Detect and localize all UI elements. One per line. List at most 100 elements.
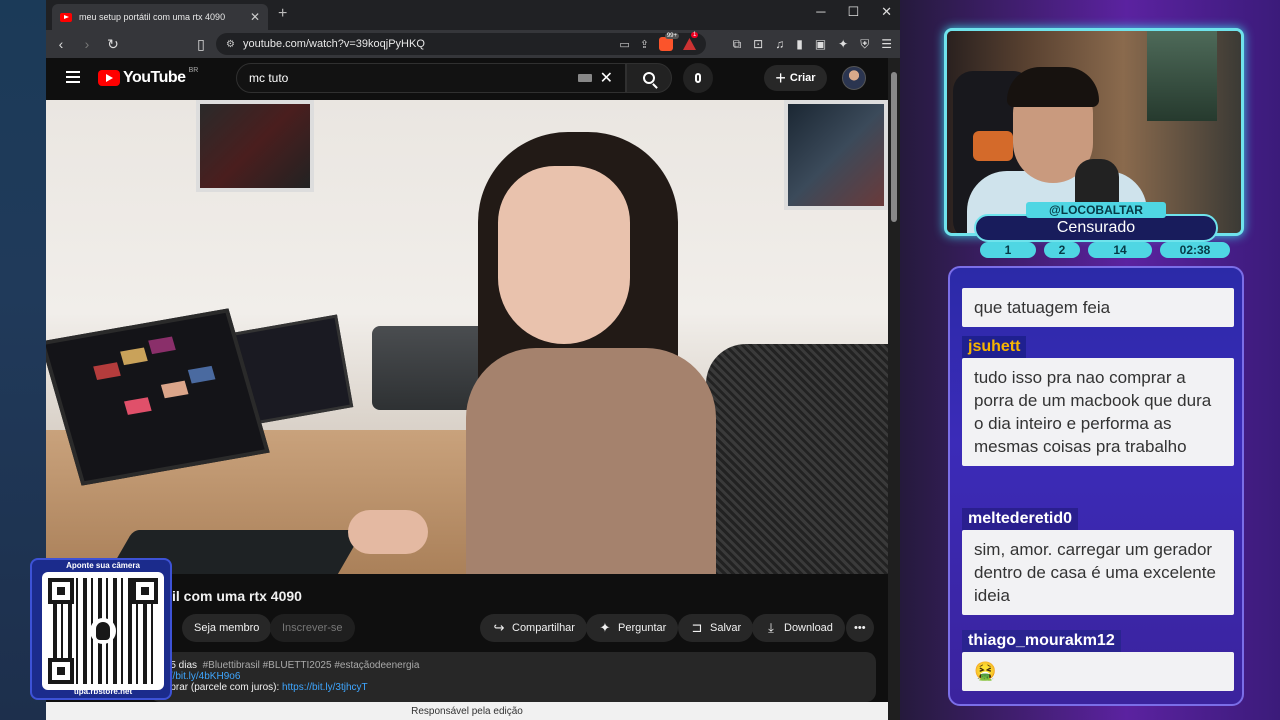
brave-shields-icon[interactable]: 99+ bbox=[659, 33, 679, 51]
screenshot-icon[interactable]: ⊡ bbox=[753, 37, 763, 52]
cast-icon[interactable]: ▭ bbox=[619, 38, 629, 51]
window-controls: ─ ☐ ✕ bbox=[816, 4, 892, 20]
extension-icons: ⧉ ⊡ ♫ ▮ ▣ ✦ ⛨ ☰ bbox=[733, 37, 892, 52]
microphone-icon bbox=[695, 73, 701, 83]
close-window-icon[interactable]: ✕ bbox=[881, 4, 892, 20]
clear-search-icon[interactable]: ✕ bbox=[600, 68, 613, 88]
reload-icon[interactable]: ↻ bbox=[106, 36, 120, 53]
voice-search-button[interactable] bbox=[683, 63, 713, 93]
join-label: Seja membro bbox=[194, 622, 260, 634]
search-query[interactable]: mc tuto bbox=[249, 71, 578, 85]
bookmark-icon[interactable]: ▯ bbox=[194, 36, 208, 53]
bat-rewards-icon bbox=[683, 38, 696, 50]
chat-text: tudo isso pra nao comprar a porra de um … bbox=[962, 358, 1234, 466]
scroll-thumb[interactable] bbox=[891, 72, 897, 222]
bookmark-icon: ⊐ bbox=[691, 620, 703, 635]
share-icon[interactable]: ⇪ bbox=[640, 38, 649, 51]
join-button[interactable]: Seja membro bbox=[182, 614, 272, 642]
url-text[interactable]: youtube.com/watch?v=39koqjPyHKQ bbox=[243, 38, 611, 50]
qr-finder bbox=[132, 578, 158, 604]
vpn-icon[interactable]: ⛨ bbox=[860, 37, 869, 52]
youtube-favicon-icon bbox=[60, 12, 72, 22]
streamer-hair bbox=[1007, 67, 1099, 107]
youtube-header: YouTube BR mc tuto ✕ + Criar bbox=[46, 58, 900, 100]
chat-message: que tatuagem feia bbox=[962, 288, 1234, 327]
browser-window: meu setup portátil com uma rtx 4090 ✕ + … bbox=[46, 0, 900, 720]
qr-url: tipa.rbstore.net bbox=[73, 687, 133, 696]
description-text: mprar (parcele com juros): bbox=[162, 682, 283, 693]
forward-icon[interactable]: › bbox=[80, 36, 94, 52]
minimize-icon[interactable]: ─ bbox=[816, 4, 825, 20]
wall-painting bbox=[196, 100, 314, 192]
rewards-button[interactable]: 1 bbox=[683, 32, 699, 50]
save-button[interactable]: ⊐ Salvar bbox=[678, 614, 754, 642]
guide-menu-icon[interactable] bbox=[66, 71, 80, 83]
chat-username: meltederetid0 bbox=[962, 508, 1079, 530]
chat-message: jsuhett tudo isso pra nao comprar a porr… bbox=[962, 336, 1234, 466]
window bbox=[1147, 31, 1217, 121]
description-link[interactable]: https://bit.ly/3tjhcyT bbox=[282, 682, 368, 693]
tab-title: meu setup portátil com uma rtx 4090 bbox=[79, 12, 226, 22]
extensions-icon[interactable]: ⧉ bbox=[733, 37, 742, 52]
leo-ai-icon[interactable]: ✦ bbox=[838, 37, 848, 52]
share-label: Compartilhar bbox=[512, 622, 575, 634]
menu-icon[interactable]: ☰ bbox=[881, 37, 892, 52]
tab-close-icon[interactable]: ✕ bbox=[250, 10, 260, 24]
site-info-icon[interactable]: ⚙ bbox=[226, 39, 235, 50]
stat-badge: 1 bbox=[980, 242, 1036, 258]
save-label: Salvar bbox=[710, 622, 742, 634]
download-icon: ⤓ bbox=[768, 620, 774, 635]
avatar[interactable] bbox=[842, 66, 866, 90]
browser-toolbar: ‹ › ↻ ▯ ⚙ youtube.com/watch?v=39koqjPyHK… bbox=[46, 30, 900, 58]
wall-painting bbox=[784, 100, 888, 210]
new-tab-button[interactable]: + bbox=[278, 5, 287, 23]
qr-caption: Aponte sua câmera bbox=[66, 561, 140, 570]
create-button[interactable]: + Criar bbox=[764, 65, 827, 91]
hashtags[interactable]: #Bluettibrasil #BLUETTI2025 #estaçãodeen… bbox=[203, 660, 420, 671]
description-link[interactable]: s://bit.ly/4bKH9o6 bbox=[162, 671, 864, 682]
subscribe-button[interactable]: Inscrever-se bbox=[270, 614, 355, 642]
search-button[interactable] bbox=[626, 63, 672, 93]
sparkle-icon: ✦ bbox=[599, 620, 611, 635]
youtube-wordmark: YouTube bbox=[123, 69, 186, 86]
chat-message: meltederetid0 sim, amor. carregar um ger… bbox=[962, 508, 1234, 615]
person-face bbox=[498, 166, 630, 344]
qr-finder bbox=[48, 658, 74, 684]
mesh-chair bbox=[706, 344, 888, 574]
more-icon: ••• bbox=[854, 622, 866, 634]
description-box[interactable]: á 5 dias #Bluettibrasil #BLUETTI2025 #es… bbox=[150, 652, 876, 702]
chat-username: thiago_mourakm12 bbox=[962, 630, 1121, 652]
name-plate: Censurado @LOCOBALTAR 1 2 14 02:38 bbox=[974, 200, 1230, 260]
subscribe-label: Inscrever-se bbox=[282, 622, 343, 634]
maximize-icon[interactable]: ☐ bbox=[847, 4, 859, 20]
download-button[interactable]: ⤓ Download bbox=[752, 614, 845, 642]
browser-tab[interactable]: meu setup portátil com uma rtx 4090 ✕ bbox=[52, 4, 268, 30]
chat-text: que tatuagem feia bbox=[962, 288, 1234, 327]
more-actions-button[interactable]: ••• bbox=[846, 614, 874, 642]
plus-icon: + bbox=[775, 68, 786, 88]
address-bar[interactable]: ⚙ youtube.com/watch?v=39koqjPyHKQ ▭ ⇪ 99… bbox=[216, 32, 706, 55]
chat-message: thiago_mourakm12 🤮 bbox=[962, 630, 1234, 691]
ask-label: Perguntar bbox=[618, 622, 667, 634]
youtube-logo[interactable]: YouTube BR bbox=[98, 67, 198, 87]
ask-button[interactable]: ✦ Perguntar bbox=[586, 614, 679, 642]
search-input[interactable]: mc tuto ✕ bbox=[236, 63, 626, 93]
music-icon[interactable]: ♫ bbox=[775, 37, 784, 52]
chat-panel: que tatuagem feia jsuhett tudo isso pra … bbox=[948, 266, 1244, 706]
create-label: Criar bbox=[789, 72, 816, 84]
keyboard-icon[interactable] bbox=[577, 74, 592, 82]
stat-badge: 14 bbox=[1088, 242, 1152, 258]
qr-logo bbox=[90, 618, 116, 644]
rewards-badge: 1 bbox=[691, 32, 699, 38]
qr-code bbox=[42, 572, 164, 690]
sidebar-icon[interactable]: ▮ bbox=[796, 37, 803, 52]
scrollbar[interactable] bbox=[888, 58, 900, 720]
video-player[interactable] bbox=[46, 100, 888, 574]
person-hand bbox=[348, 510, 428, 554]
stream-timer: 02:38 bbox=[1160, 242, 1230, 258]
wallet-icon[interactable]: ▣ bbox=[815, 37, 826, 52]
youtube-play-icon bbox=[98, 70, 120, 86]
share-button[interactable]: ↪ Compartilhar bbox=[480, 614, 587, 642]
qr-pattern bbox=[48, 578, 158, 684]
back-icon[interactable]: ‹ bbox=[54, 36, 68, 52]
